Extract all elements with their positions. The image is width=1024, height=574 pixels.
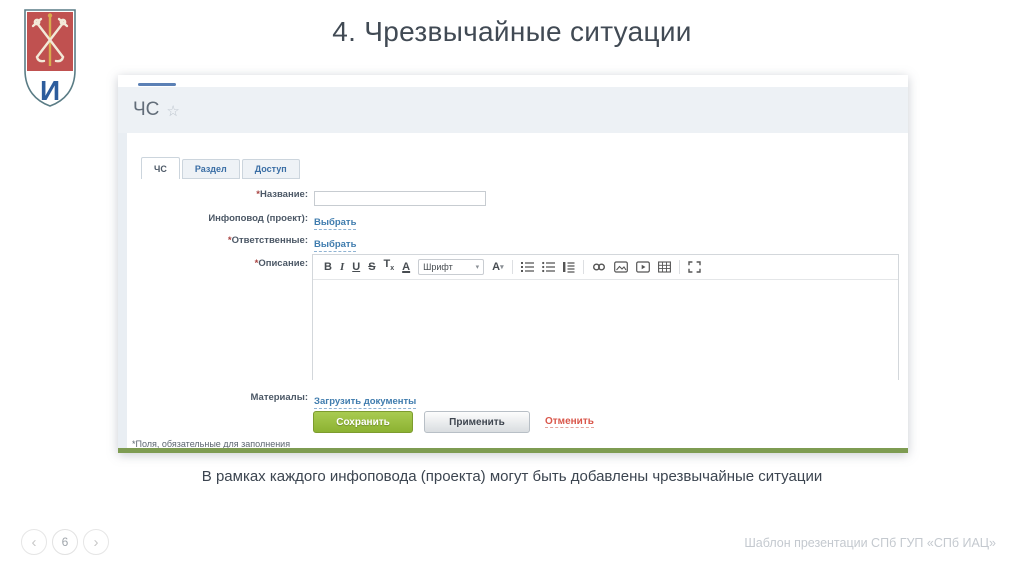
bottom-green-bar — [118, 448, 908, 453]
responsible-select-link[interactable]: Выбрать — [314, 238, 357, 252]
name-label: *Название: — [256, 189, 308, 200]
infopovod-select-link[interactable]: Выбрать — [314, 216, 357, 230]
row-infopovod: Инфоповод (проект): Выбрать — [118, 212, 908, 230]
chevron-right-icon: › — [93, 533, 99, 551]
name-input[interactable] — [314, 191, 486, 206]
tab-dostup[interactable]: Доступ — [241, 159, 300, 179]
table-icon[interactable] — [657, 261, 671, 273]
apply-button[interactable]: Применить — [424, 411, 530, 433]
strikethrough-button[interactable]: S — [368, 256, 375, 278]
prev-slide-button[interactable]: ‹ — [21, 529, 47, 555]
form-tabs: ЧС Раздел Доступ — [141, 157, 302, 179]
materials-label: Материалы: — [250, 392, 309, 403]
tab-razdel[interactable]: Раздел — [181, 159, 240, 179]
italic-button[interactable]: I — [340, 256, 344, 278]
row-materials: Материалы: Загрузить документы — [118, 391, 908, 409]
underline-button[interactable]: U — [352, 256, 360, 278]
toolbar-separator — [511, 260, 513, 274]
logo-letter: И — [40, 75, 60, 106]
page-title: 4. Чрезвычайные ситуации — [332, 16, 692, 47]
save-button[interactable]: Сохранить — [313, 411, 413, 433]
infopovod-label: Инфоповод (проект): — [208, 213, 308, 224]
page-number-badge: 6 — [52, 529, 78, 555]
bold-button[interactable]: B — [324, 256, 332, 278]
chevron-left-icon: ‹ — [31, 533, 37, 551]
chevron-down-icon: ▾ — [475, 264, 480, 271]
row-responsible: *Ответственные: Выбрать — [118, 234, 908, 252]
remove-format-button[interactable]: Tx — [384, 253, 395, 280]
description-textarea[interactable] — [313, 280, 898, 380]
record-title: ЧС — [133, 99, 160, 120]
video-icon[interactable] — [635, 261, 650, 273]
next-slide-button[interactable]: › — [83, 529, 109, 555]
record-header: ЧС ☆ — [118, 87, 908, 133]
tab-chs[interactable]: ЧС — [141, 157, 180, 179]
text-color-button[interactable]: A — [402, 256, 410, 278]
chevron-down-icon: ▾ — [500, 264, 504, 271]
spb-coat-of-arms-icon: И — [24, 9, 76, 107]
active-tab-indicator — [138, 83, 176, 86]
favorite-star-icon[interactable]: ☆ — [166, 102, 179, 120]
editor-toolbar: B I U S Tx A Шрифт ▾ A ▾ — [313, 255, 898, 280]
maximize-icon[interactable] — [687, 261, 701, 273]
font-size-dropdown[interactable]: A ▾ — [492, 261, 503, 273]
cancel-link[interactable]: Отменить — [545, 416, 594, 428]
description-label: *Описание: — [254, 258, 308, 269]
row-name: *Название: — [118, 188, 908, 206]
spb-iac-logo: И — [22, 8, 78, 110]
ordered-list-icon[interactable] — [520, 261, 534, 273]
link-icon[interactable] — [592, 261, 606, 273]
app-screenshot: ЧС ☆ ЧС Раздел Доступ *Название: Инфопов… — [118, 75, 908, 453]
upload-documents-link[interactable]: Загрузить документы — [314, 395, 417, 409]
toolbar-separator — [582, 260, 584, 274]
toolbar-separator — [678, 260, 680, 274]
responsible-label: *Ответственные: — [227, 235, 308, 246]
browser-tab-strip — [118, 75, 908, 87]
font-family-dropdown[interactable]: Шрифт ▾ — [418, 259, 485, 275]
template-credit: Шаблон презентации СПб ГУП «СПб ИАЦ» — [744, 536, 996, 550]
slide-caption: В рамках каждого инфоповода (проекта) мо… — [201, 468, 823, 485]
image-icon[interactable] — [613, 261, 628, 273]
blockquote-icon[interactable] — [562, 261, 575, 273]
bullet-list-icon[interactable] — [541, 261, 555, 273]
description-editor: B I U S Tx A Шрифт ▾ A ▾ — [312, 254, 899, 380]
